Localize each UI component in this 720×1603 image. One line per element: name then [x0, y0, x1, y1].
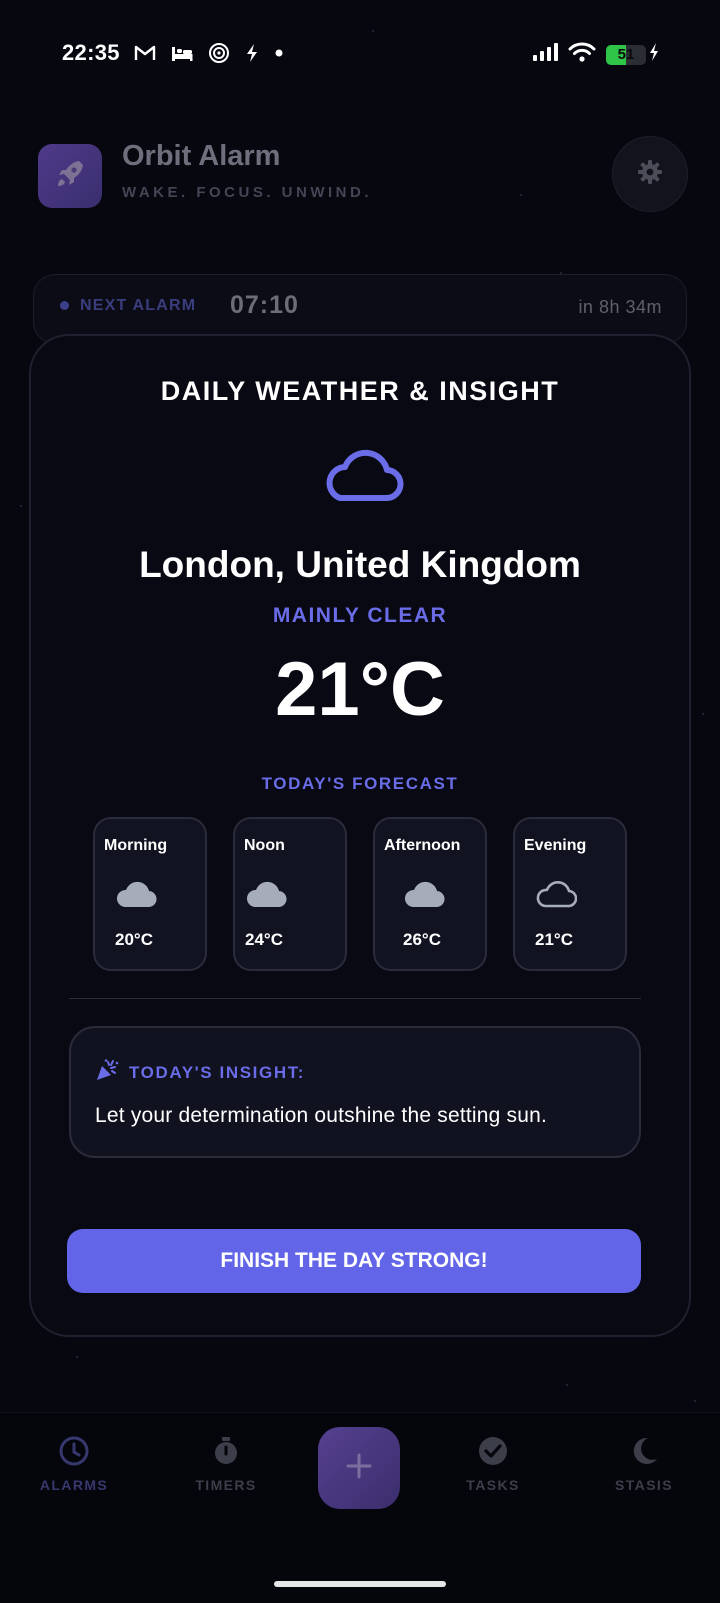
bottom-navigation: ALARMS TIMERS TASKS STASIS	[0, 1412, 720, 1603]
app-tagline: WAKE. FOCUS. UNWIND.	[122, 184, 372, 201]
spiral-icon	[208, 42, 230, 64]
next-alarm-time: 07:10	[230, 291, 299, 319]
forecast-card-evening: Evening 21°C	[513, 817, 627, 971]
insight-header: TODAY'S INSIGHT:	[95, 1058, 305, 1087]
notification-icons	[134, 40, 284, 66]
nav-label: TIMERS	[195, 1477, 257, 1493]
system-indicators: 51	[532, 42, 660, 67]
current-temperature: 21°C	[275, 647, 445, 732]
check-circle-icon	[475, 1433, 511, 1469]
forecast-temp: 26°C	[403, 930, 441, 949]
nav-label: STASIS	[615, 1477, 673, 1493]
app-logo	[38, 144, 102, 208]
battery-level: 51	[617, 46, 635, 63]
plus-icon	[345, 1452, 373, 1485]
nav-item-timers[interactable]: TIMERS	[166, 1433, 286, 1493]
wifi-icon	[568, 42, 596, 67]
clock-icon	[56, 1433, 92, 1469]
status-dot	[60, 301, 69, 310]
forecast-card-morning: Morning 20°C	[93, 817, 207, 971]
insight-text: Let your determination outshine the sett…	[95, 1104, 548, 1127]
app-header: Orbit Alarm WAKE. FOCUS. UNWIND.	[38, 136, 688, 212]
moon-icon	[626, 1433, 662, 1469]
add-button[interactable]	[318, 1427, 400, 1509]
insight-box: TODAY'S INSIGHT: Let your determination …	[69, 1026, 641, 1158]
rocket-icon	[53, 157, 87, 196]
gmail-icon	[134, 44, 156, 62]
forecast-temp: 24°C	[245, 930, 283, 949]
nav-item-stasis[interactable]: STASIS	[584, 1433, 704, 1493]
star-decoration	[702, 713, 704, 715]
star-decoration	[76, 1356, 78, 1358]
bed-icon	[170, 44, 194, 62]
star-decoration	[694, 1400, 696, 1402]
forecast-card-noon: Noon 24°C	[233, 817, 347, 971]
cloud-outline-icon	[535, 879, 578, 909]
party-popper-icon	[95, 1058, 119, 1087]
forecast-period: Noon	[244, 837, 285, 854]
forecast-temp: 20°C	[115, 930, 153, 949]
forecast-card-afternoon: Afternoon 26°C	[373, 817, 487, 971]
nav-item-tasks[interactable]: TASKS	[433, 1433, 553, 1493]
finish-day-button[interactable]: FINISH THE DAY STRONG!	[67, 1229, 641, 1293]
gear-icon	[636, 158, 664, 191]
cloud-icon	[320, 444, 404, 504]
forecast-label: TODAY'S FORECAST	[261, 774, 459, 793]
status-bar: 22:35 51	[0, 0, 720, 100]
location-name: London, United Kingdom	[139, 544, 581, 585]
forecast-row: Morning 20°C Noon 24°C Afternoon 26°C Ev…	[93, 817, 631, 971]
cloud-filled-icon	[115, 879, 157, 909]
forecast-period: Evening	[524, 837, 587, 854]
bolt-icon	[244, 43, 260, 63]
charging-icon	[648, 42, 660, 67]
nav-label: TASKS	[466, 1477, 520, 1493]
weather-insight-card: DAILY WEATHER & INSIGHT London, United K…	[29, 334, 691, 1337]
signal-icon	[532, 42, 558, 67]
battery-icon: 51	[606, 44, 646, 65]
settings-button[interactable]	[612, 136, 688, 212]
star-decoration	[20, 505, 22, 507]
nav-item-alarms[interactable]: ALARMS	[14, 1433, 134, 1493]
star-decoration	[566, 1384, 568, 1386]
status-time: 22:35	[62, 40, 120, 65]
insight-title: TODAY'S INSIGHT:	[129, 1062, 306, 1082]
next-alarm-eta: in 8h 34m	[578, 297, 662, 317]
divider	[69, 998, 641, 999]
nav-label: ALARMS	[39, 1477, 109, 1493]
forecast-period: Afternoon	[384, 837, 461, 854]
weather-condition: MAINLY CLEAR	[272, 604, 448, 627]
cloud-filled-icon	[403, 879, 445, 909]
home-indicator[interactable]	[274, 1581, 446, 1587]
dot-icon	[274, 48, 284, 58]
forecast-period: Morning	[104, 837, 168, 854]
next-alarm-label: NEXT ALARM	[80, 297, 197, 314]
forecast-temp: 21°C	[535, 930, 573, 949]
app-title: Orbit Alarm	[122, 140, 281, 172]
cloud-filled-icon	[245, 879, 287, 909]
card-title: DAILY WEATHER & INSIGHT	[160, 376, 560, 406]
stopwatch-icon	[208, 1433, 244, 1469]
